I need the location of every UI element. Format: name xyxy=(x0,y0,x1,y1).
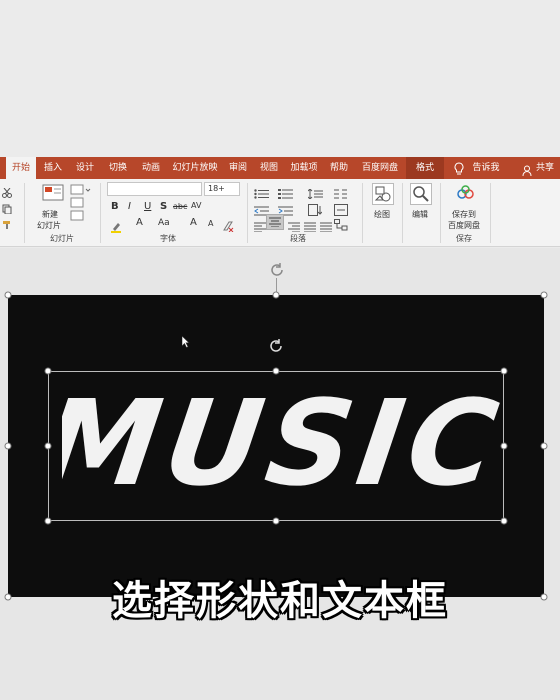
clear-format-icon[interactable] xyxy=(222,217,234,236)
slides-group-label: 幻灯片 xyxy=(50,234,74,243)
font-color-button[interactable]: A xyxy=(136,217,143,228)
powerpoint-window: 开始 插入 设计 切换 动画 幻灯片放映 审阅 视图 加载项 帮助 百度网盘 格… xyxy=(0,0,560,700)
top-blank-area xyxy=(0,0,560,157)
new-slide-icon[interactable] xyxy=(42,184,64,206)
resize-handle[interactable] xyxy=(44,367,52,375)
bottom-blank-area xyxy=(0,628,560,700)
resize-handle[interactable] xyxy=(540,442,548,450)
rotate-icon[interactable] xyxy=(268,338,284,358)
ribbon-tab-bar: 开始 插入 设计 切换 动画 幻灯片放映 审阅 视图 加载项 帮助 百度网盘 格… xyxy=(0,157,560,179)
resize-handle[interactable] xyxy=(44,517,52,525)
grow-font-button[interactable]: A xyxy=(190,217,197,228)
share-button[interactable]: 共享 xyxy=(533,157,557,179)
save-to-label-line2[interactable]: 百度网盘 xyxy=(448,220,480,231)
resize-handle[interactable] xyxy=(500,442,508,450)
tab-transitions[interactable]: 切换 xyxy=(103,157,133,179)
underline-button[interactable]: U xyxy=(144,201,151,212)
layout-icon[interactable] xyxy=(70,184,92,228)
align-left-icon[interactable] xyxy=(254,217,266,236)
lightbulb-icon[interactable] xyxy=(454,161,464,180)
resize-handle[interactable] xyxy=(500,517,508,525)
char-spacing-button[interactable]: AV xyxy=(191,201,201,210)
smartart-icon[interactable] xyxy=(334,216,348,235)
paragraph-group-label: 段落 xyxy=(290,234,306,243)
font-name-box[interactable] xyxy=(107,182,202,196)
save-to-label-line1[interactable]: 保存到 xyxy=(452,209,476,220)
align-center-button[interactable] xyxy=(266,214,284,230)
ribbon-home: 新建 幻灯片 幻灯片 18+ B I U S abc AV A Aa A A 字… xyxy=(0,179,560,247)
tab-slideshow[interactable]: 幻灯片放映 xyxy=(168,157,222,179)
cursor-icon xyxy=(181,333,190,352)
resize-handle[interactable] xyxy=(272,291,280,299)
tab-help[interactable]: 帮助 xyxy=(324,157,354,179)
resize-handle[interactable] xyxy=(4,291,12,299)
tab-baidu-netdisk[interactable]: 百度网盘 xyxy=(358,157,402,179)
tab-home[interactable]: 开始 xyxy=(6,157,36,179)
baidu-cloud-icon[interactable] xyxy=(456,185,476,205)
rotate-icon[interactable] xyxy=(269,262,285,282)
tab-format[interactable]: 格式 xyxy=(406,157,444,179)
new-slide-label-line2[interactable]: 幻灯片 xyxy=(37,220,61,231)
tab-addins[interactable]: 加载项 xyxy=(286,157,322,179)
svg-text:MUSIC: MUSIC xyxy=(62,375,502,512)
resize-handle[interactable] xyxy=(272,517,280,525)
tab-design[interactable]: 设计 xyxy=(70,157,100,179)
new-slide-label[interactable]: 新建 xyxy=(42,209,58,220)
tab-review[interactable]: 审阅 xyxy=(224,157,252,179)
tab-view[interactable]: 视图 xyxy=(254,157,284,179)
resize-handle[interactable] xyxy=(500,367,508,375)
drawing-icon[interactable] xyxy=(372,183,394,205)
change-case-button[interactable]: Aa xyxy=(158,218,170,228)
tab-insert[interactable]: 插入 xyxy=(40,157,66,179)
drawing-label[interactable]: 绘图 xyxy=(374,209,390,220)
shrink-font-button[interactable]: A xyxy=(208,219,213,228)
resize-handle[interactable] xyxy=(540,291,548,299)
music-brush-text[interactable]: MUSIC xyxy=(62,372,502,512)
format-painter-icon[interactable] xyxy=(2,215,12,234)
tell-me-box[interactable]: 告诉我 xyxy=(468,157,504,179)
distributed-icon[interactable] xyxy=(320,217,332,236)
video-subtitle: 选择形状和文本框 xyxy=(112,578,448,624)
resize-handle[interactable] xyxy=(272,367,280,375)
shadow-button[interactable]: S xyxy=(160,201,167,212)
font-size-box[interactable]: 18+ xyxy=(204,182,240,196)
bold-button[interactable]: B xyxy=(111,201,119,212)
search-icon[interactable] xyxy=(410,183,432,205)
tab-animations[interactable]: 动画 xyxy=(136,157,166,179)
resize-handle[interactable] xyxy=(4,442,12,450)
resize-handle[interactable] xyxy=(44,442,52,450)
highlight-icon[interactable] xyxy=(110,218,122,237)
editing-label[interactable]: 编辑 xyxy=(412,209,428,220)
font-group-label: 字体 xyxy=(160,234,176,243)
save-group-label: 保存 xyxy=(456,234,472,243)
strikethrough-button[interactable]: abc xyxy=(173,202,187,211)
italic-button[interactable]: I xyxy=(128,201,131,212)
